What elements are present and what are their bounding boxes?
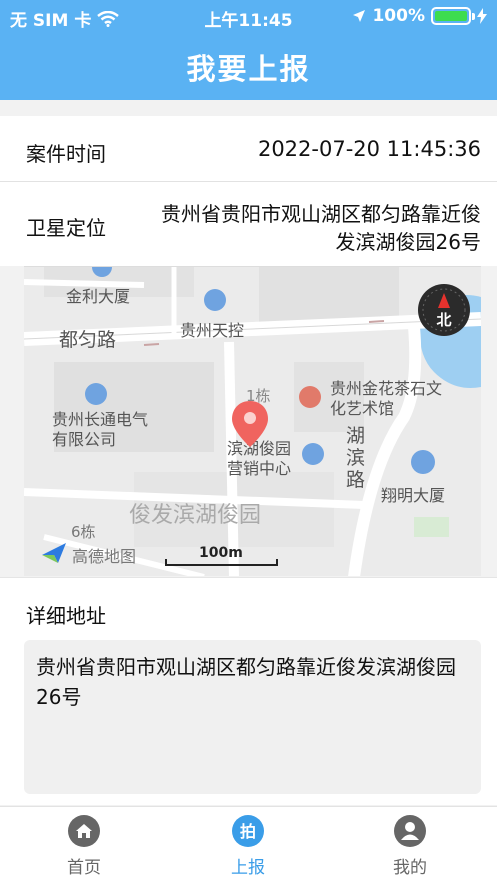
map-label-hubin-road: 湖滨路 xyxy=(346,425,366,491)
bottom-tab-bar: 首页 拍 上报 我的 xyxy=(0,806,497,883)
location-pin-icon xyxy=(232,401,268,447)
status-bar: 无 SIM 卡 上午11:45 100% xyxy=(0,0,497,34)
detail-address-section: 详细地址 贵州省贵阳市观山湖区都匀路靠近俊发滨湖俊园26号 xyxy=(0,577,497,805)
case-time-row: 案件时间 2022-07-20 11:45:36 xyxy=(0,116,497,182)
tab-home-label: 首页 xyxy=(67,858,101,878)
tab-report[interactable]: 拍 上报 xyxy=(188,815,308,878)
map-label-junfa: 俊发滨湖俊园 xyxy=(129,503,262,528)
map-scale-label: 100m xyxy=(199,545,243,561)
map-label-tiankong: 贵州天控 xyxy=(180,321,245,340)
battery-text: 100% xyxy=(372,6,425,26)
map-label-changtong: 贵州长通电气有限公司 xyxy=(52,410,149,449)
detail-address-input[interactable]: 贵州省贵阳市观山湖区都匀路靠近俊发滨湖俊园26号 xyxy=(24,640,481,794)
amap-logo-icon xyxy=(42,543,66,563)
compass-icon[interactable]: 北 xyxy=(417,283,471,337)
tab-mine-label: 我的 xyxy=(393,858,427,878)
battery-icon xyxy=(431,7,475,25)
location-label: 卫星定位 xyxy=(26,216,106,240)
user-icon xyxy=(394,815,426,847)
map-label-jinli: 金利大厦 xyxy=(66,287,131,306)
case-time-label: 案件时间 xyxy=(26,142,106,166)
map-label-duyun-road: 都匀路 xyxy=(59,329,117,351)
case-time-value: 2022-07-20 11:45:36 xyxy=(257,137,481,161)
map-view[interactable]: 金利大厦 都匀路 贵州天控 贵州长通电气有限公司 1栋 贵州金花茶石文化艺术馆 … xyxy=(24,266,481,576)
compass-label: 北 xyxy=(436,311,451,329)
map-label-building6: 6栋 xyxy=(71,523,96,541)
camera-report-icon: 拍 xyxy=(232,815,264,847)
map-label-xiangming: 翔明大厦 xyxy=(381,486,446,505)
location-arrow-icon xyxy=(353,10,366,22)
svg-text:拍: 拍 xyxy=(240,822,256,841)
amap-logo-text: 高德地图 xyxy=(72,547,137,566)
tab-home[interactable]: 首页 xyxy=(24,815,144,878)
location-row: 卫星定位 贵州省贵阳市观山湖区都匀路靠近俊发滨湖俊园26号 xyxy=(0,182,497,266)
charging-icon xyxy=(477,8,487,24)
detail-address-label: 详细地址 xyxy=(26,604,106,628)
page-title: 我要上报 xyxy=(186,52,311,86)
map-label-jinhua: 贵州金花茶石文化艺术馆 xyxy=(330,379,443,418)
app-header: 无 SIM 卡 上午11:45 100% 我要上报 xyxy=(0,0,497,100)
tab-mine[interactable]: 我的 xyxy=(350,815,470,878)
tab-report-label: 上报 xyxy=(231,858,265,878)
home-icon xyxy=(68,815,100,847)
location-value: 贵州省贵阳市观山湖区都匀路靠近俊发滨湖俊园26号 xyxy=(161,202,481,254)
